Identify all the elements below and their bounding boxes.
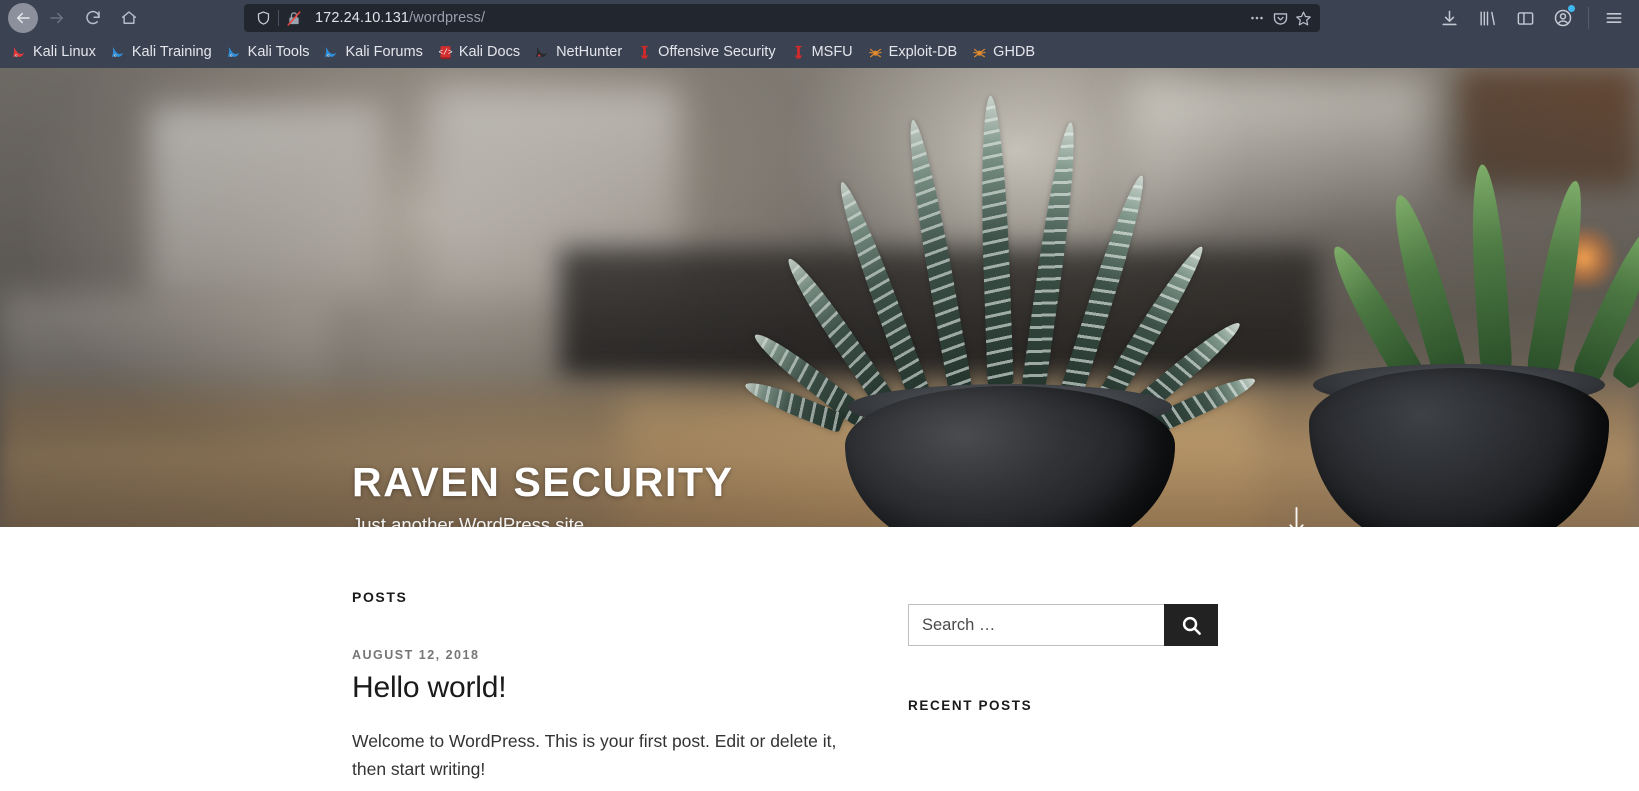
bookmark-kali-training[interactable]: Kali Training: [103, 41, 219, 64]
urlbar-divider: [278, 10, 279, 26]
post-entry: August 12, 2018 Hello world! Welcome to …: [352, 648, 852, 783]
bookmark-label: Kali Linux: [33, 44, 96, 60]
bookmark-label: NetHunter: [556, 44, 623, 60]
url-path: /wordpress/: [409, 10, 486, 26]
bookmark-label: Kali Forums: [345, 44, 423, 60]
sidebar-column: Recent Posts: [908, 589, 1218, 783]
url-bar-actions: [1248, 9, 1314, 27]
url-text[interactable]: 172.24.10.131/wordpress/: [307, 10, 1248, 26]
url-host: 172.24.10.131: [315, 10, 410, 26]
pocket-icon[interactable]: [1272, 10, 1289, 27]
browser-chrome: 172.24.10.131/wordpress/ Kali Linux Kali…: [0, 0, 1639, 68]
site-branding: RAVEN SECURITY Just another WordPress si…: [352, 460, 734, 527]
kali-dragon-red-icon: [13, 46, 25, 57]
ellipsis-icon[interactable]: [1248, 9, 1266, 27]
orange-spider-icon: [973, 48, 986, 57]
svg-text:</>: </>: [438, 49, 452, 57]
browser-navigation-bar: 172.24.10.131/wordpress/: [0, 0, 1639, 36]
kali-dragon-blue-icon: [227, 46, 239, 57]
reload-icon: [86, 10, 100, 25]
forward-arrow-icon: [50, 12, 63, 24]
account-badge-dot: [1568, 5, 1575, 12]
bookmark-kali-forums[interactable]: Kali Forums: [316, 41, 429, 64]
bookmark-kali-linux[interactable]: Kali Linux: [4, 41, 103, 64]
bookmark-label: Exploit-DB: [888, 44, 958, 60]
kali-dragon-dark-icon: [536, 46, 548, 57]
site-hero-header: RAVEN SECURITY Just another WordPress si…: [0, 68, 1639, 527]
url-bar[interactable]: 172.24.10.131/wordpress/: [244, 4, 1320, 32]
star-icon[interactable]: [1295, 10, 1312, 27]
bookmark-label: GHDB: [993, 44, 1036, 60]
search-widget: [908, 604, 1218, 646]
kali-dragon-blue-icon: [325, 46, 337, 57]
search-icon: [1182, 616, 1201, 635]
red-pillar-icon: [794, 45, 802, 59]
bookmark-ghdb[interactable]: GHDB: [964, 41, 1042, 64]
back-arrow-icon: [17, 12, 30, 24]
browser-toolbar-right: [1436, 5, 1631, 31]
kali-dragon-blue-icon: [112, 46, 123, 57]
bookmark-label: Kali Docs: [458, 44, 521, 60]
toolbar-divider: [1588, 7, 1589, 29]
home-icon: [121, 11, 137, 24]
search-submit-button[interactable]: [1164, 604, 1218, 646]
primary-column: Posts August 12, 2018 Hello world! Welco…: [352, 589, 852, 783]
bookmark-exploit-db[interactable]: Exploit-DB: [860, 41, 965, 64]
shield-icon[interactable]: [250, 7, 276, 29]
back-button[interactable]: [8, 3, 38, 33]
bookmark-kali-docs[interactable]: </> Kali Docs: [430, 41, 527, 64]
site-description: Just another WordPress site: [352, 514, 585, 527]
bookmark-label: Kali Tools: [247, 44, 310, 60]
web-page: RAVEN SECURITY Just another WordPress si…: [0, 68, 1639, 791]
library-icon[interactable]: [1474, 5, 1500, 31]
bookmark-offensive-security[interactable]: Offensive Security: [629, 41, 782, 64]
recent-posts-heading: Recent Posts: [908, 698, 1033, 713]
bookmark-nethunter[interactable]: NetHunter: [527, 41, 629, 64]
reload-button[interactable]: [76, 3, 110, 33]
red-book-icon: </>: [438, 45, 453, 59]
post-title-link[interactable]: Hello world!: [352, 671, 852, 705]
post-date: August 12, 2018: [352, 648, 480, 662]
orange-spider-icon: [868, 48, 882, 57]
menu-icon[interactable]: [1601, 5, 1627, 31]
red-pillar-icon: [641, 45, 649, 59]
sidebar-icon[interactable]: [1512, 5, 1538, 31]
crossed-padlock-icon[interactable]: [281, 7, 307, 29]
forward-button[interactable]: [40, 3, 74, 33]
post-excerpt: Welcome to WordPress. This is your first…: [352, 731, 837, 779]
bookmark-label: Kali Training: [131, 44, 212, 60]
bookmark-label: Offensive Security: [658, 44, 776, 60]
account-icon[interactable]: [1550, 5, 1576, 31]
downloads-icon[interactable]: [1436, 5, 1462, 31]
bookmark-msfu[interactable]: MSFU: [783, 41, 860, 64]
down-arrow-icon[interactable]: [1288, 506, 1305, 527]
posts-section-label: Posts: [352, 589, 408, 605]
bookmark-label: MSFU: [811, 44, 853, 60]
search-input[interactable]: [908, 604, 1164, 646]
home-button[interactable]: [112, 3, 146, 33]
bookmarks-bar: Kali Linux Kali Training Kali Tools Kali…: [0, 36, 1639, 68]
page-content: Posts August 12, 2018 Hello world! Welco…: [0, 527, 1639, 783]
site-title[interactable]: RAVEN SECURITY: [352, 460, 734, 505]
hero-background-photo: [0, 68, 1639, 527]
bookmark-kali-tools[interactable]: Kali Tools: [219, 41, 317, 64]
